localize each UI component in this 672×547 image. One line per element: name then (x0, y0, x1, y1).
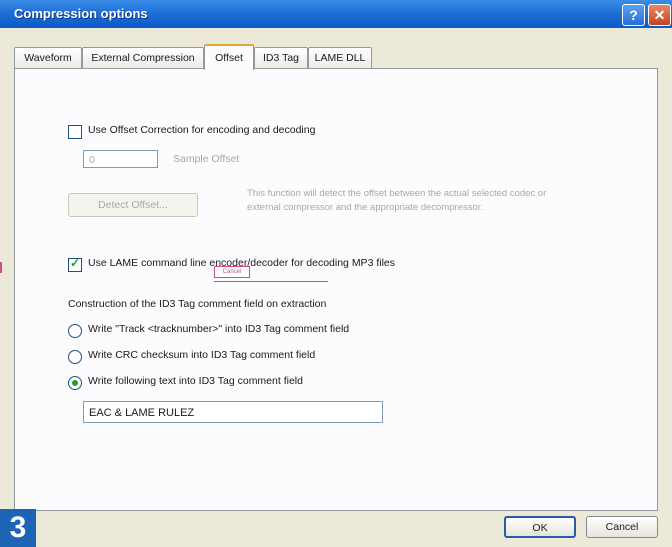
radio-track-number[interactable] (68, 324, 82, 338)
radio-selected-dot (72, 380, 78, 386)
id3-comment-heading: Construction of the ID3 Tag comment fiel… (68, 298, 327, 310)
sample-offset-input[interactable]: 0 (83, 150, 158, 168)
radio-following-text[interactable] (68, 376, 82, 390)
compression-options-window: Compression options ? ✕ Waveform Externa… (0, 0, 672, 547)
tab-offset[interactable]: Offset (204, 44, 254, 70)
detect-offset-desc-line2: external compressor and the appropriate … (247, 202, 484, 213)
selection-underline (214, 281, 328, 282)
detect-offset-button[interactable]: Detect Offset... (68, 193, 198, 217)
use-offset-checkbox[interactable] (68, 125, 82, 139)
cancel-tooltip: Cancel (214, 266, 250, 278)
use-offset-label: Use Offset Correction for encoding and d… (88, 124, 316, 136)
radio-following-text-label: Write following text into ID3 Tag commen… (88, 375, 303, 387)
tab-lame-dll[interactable]: LAME DLL (308, 47, 372, 68)
help-icon[interactable]: ? (622, 4, 645, 26)
checkmark-icon: ✓ (70, 256, 81, 270)
tab-external-compression[interactable]: External Compression (82, 47, 204, 68)
tab-id3-tag[interactable]: ID3 Tag (254, 47, 308, 68)
radio-crc-checksum-label: Write CRC checksum into ID3 Tag comment … (88, 349, 316, 361)
tab-waveform[interactable]: Waveform (14, 47, 82, 68)
title-bar[interactable]: Compression options ? ✕ (0, 0, 672, 28)
comment-text-input[interactable]: EAC & LAME RULEZ (83, 401, 383, 423)
radio-crc-checksum[interactable] (68, 350, 82, 364)
close-icon[interactable]: ✕ (648, 4, 671, 26)
sample-offset-label: Sample Offset (173, 153, 240, 165)
edge-marker (0, 262, 2, 273)
ok-button[interactable]: OK (504, 516, 576, 538)
radio-track-number-label: Write "Track <tracknumber>" into ID3 Tag… (88, 323, 350, 335)
use-lame-checkbox[interactable]: ✓ (68, 256, 82, 272)
step-number-badge: 3 (0, 509, 36, 547)
detect-offset-desc-line1: This function will detect the offset bet… (247, 188, 547, 199)
cancel-button[interactable]: Cancel (586, 516, 658, 538)
window-title: Compression options (14, 6, 148, 21)
